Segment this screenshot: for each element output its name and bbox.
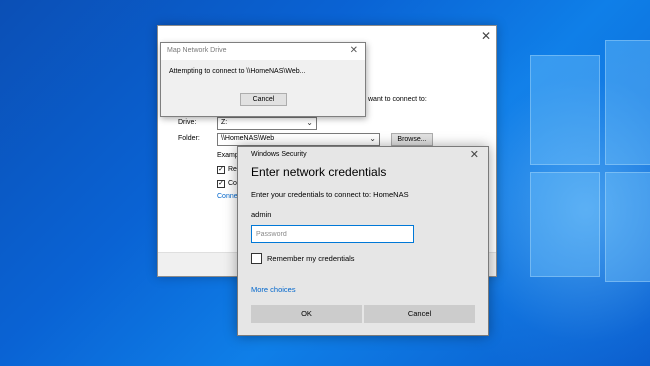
checkmark-icon: ✓ [218, 166, 224, 173]
drive-label: Drive: [178, 119, 197, 126]
password-input[interactable] [251, 225, 414, 243]
chevron-down-icon: ⌄ [369, 134, 376, 143]
more-choices-link[interactable]: More choices [251, 285, 296, 294]
security-title: Windows Security [251, 151, 307, 158]
wallpaper-pane [530, 55, 600, 165]
wallpaper-pane [605, 40, 650, 165]
checkmark-icon: ✓ [218, 180, 224, 187]
connect-website-link[interactable]: Conne [217, 193, 238, 200]
connecting-dialog: Map Network Drive ✕ Attempting to connec… [160, 42, 366, 117]
wallpaper-pane [605, 172, 650, 282]
wallpaper-pane [530, 172, 600, 277]
different-credentials-checkbox[interactable]: ✓ [217, 180, 225, 188]
ok-button[interactable]: OK [251, 305, 362, 323]
connecting-title: Map Network Drive [167, 47, 227, 54]
close-icon[interactable]: ✕ [470, 148, 479, 161]
instruction-text: want to connect to: [368, 96, 427, 103]
close-icon[interactable]: ✕ [350, 45, 358, 56]
remember-credentials-checkbox[interactable] [251, 253, 262, 264]
credentials-subtext: Enter your credentials to connect to: Ho… [251, 190, 409, 199]
reconnect-checkbox[interactable]: ✓ [217, 166, 225, 174]
close-icon[interactable]: ✕ [481, 29, 491, 43]
remember-credentials-label: Remember my credentials [267, 254, 355, 263]
username-display: admin [251, 210, 272, 219]
connecting-cancel-button[interactable]: Cancel [240, 93, 287, 106]
drive-value: Z: [221, 119, 228, 126]
credentials-heading: Enter network credentials [251, 165, 387, 179]
folder-value: \\HomeNAS\Web [221, 135, 275, 142]
folder-label: Folder: [178, 135, 200, 142]
browse-button[interactable]: Browse... [391, 133, 433, 146]
connecting-message: Attempting to connect to \\HomeNAS\Web..… [169, 68, 306, 75]
connecting-titlebar: Map Network Drive ✕ [161, 43, 365, 60]
windows-security-dialog: Windows Security ✕ Enter network credent… [237, 146, 489, 336]
folder-combobox[interactable]: \\HomeNAS\Web ⌄ [217, 133, 380, 146]
security-titlebar: Windows Security ✕ [238, 147, 488, 163]
drive-select[interactable]: Z: ⌄ [217, 117, 317, 130]
chevron-down-icon: ⌄ [306, 118, 313, 127]
cancel-button[interactable]: Cancel [364, 305, 475, 323]
